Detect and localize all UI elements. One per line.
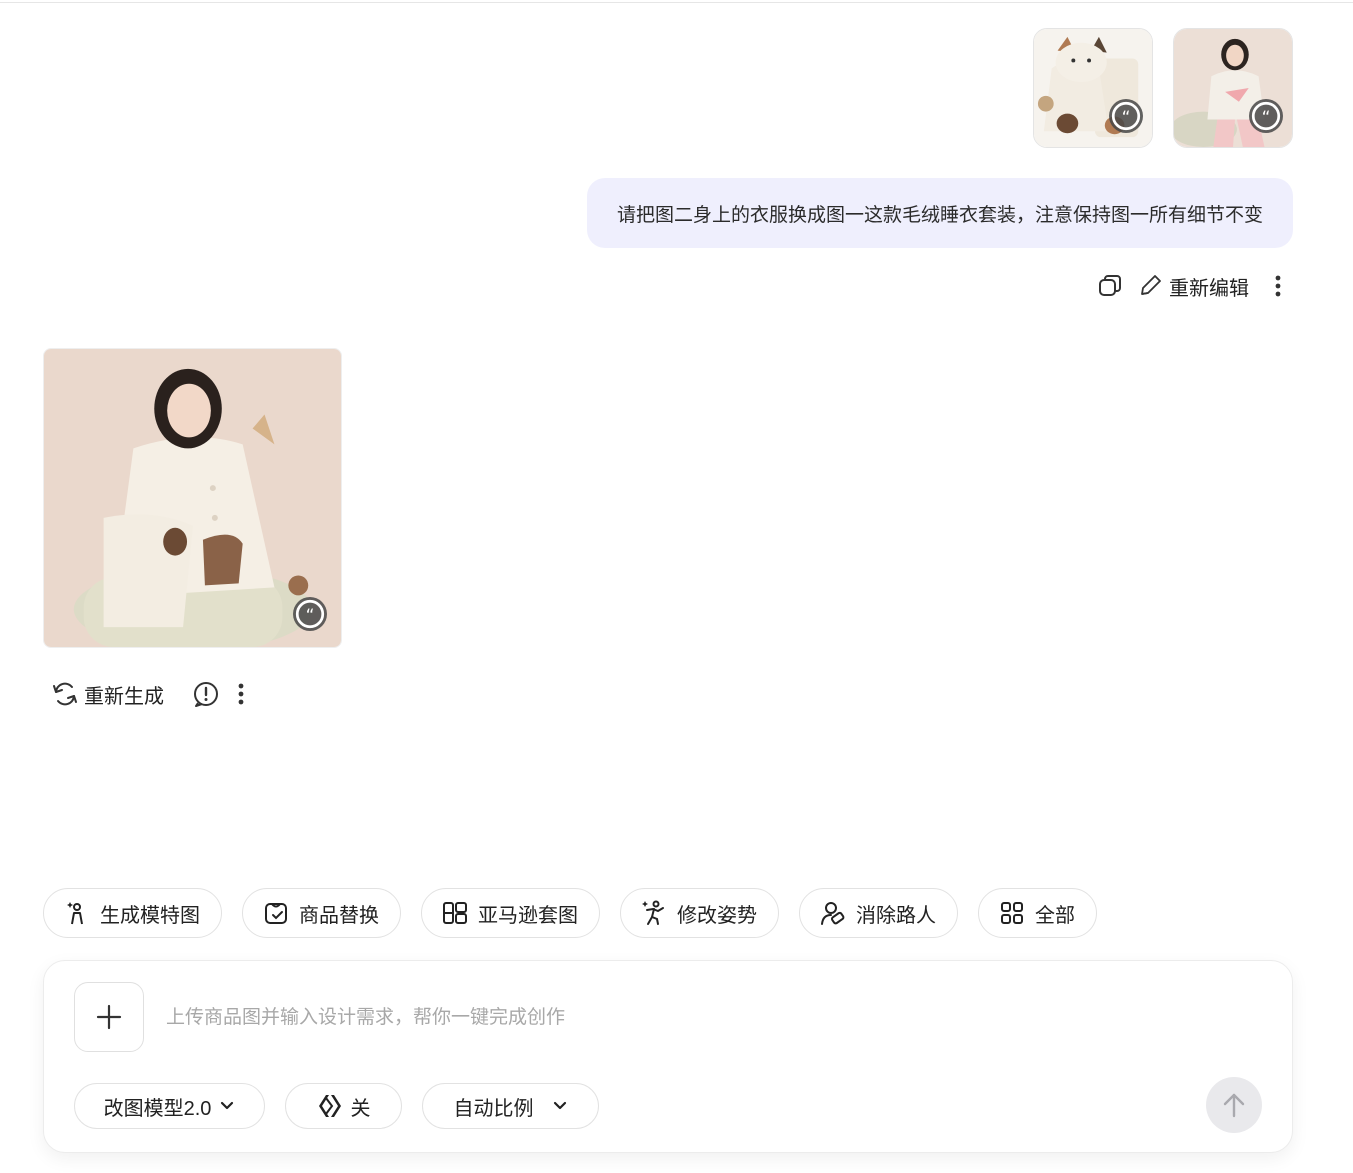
more-vertical-icon[interactable] bbox=[230, 681, 252, 707]
user-message-actions: 重新编辑 bbox=[1097, 266, 1293, 306]
re-edit-label: 重新编辑 bbox=[1169, 277, 1249, 300]
chip-modify-pose[interactable]: 修改姿势 bbox=[620, 888, 779, 938]
svg-text:“: “ bbox=[306, 606, 315, 626]
prompt-input[interactable] bbox=[164, 997, 1168, 1039]
plus-icon bbox=[96, 1004, 122, 1030]
product-swap-icon bbox=[265, 903, 287, 924]
grid-icon bbox=[1001, 902, 1023, 924]
pencil-icon bbox=[1141, 275, 1161, 295]
chip-label: 商品替换 bbox=[299, 904, 379, 927]
chip-generate-model[interactable]: 生成模特图 bbox=[43, 888, 222, 938]
svg-text:“: “ bbox=[1122, 108, 1131, 128]
svg-text:“: “ bbox=[1262, 108, 1271, 128]
quote-icon[interactable]: “ bbox=[1249, 99, 1283, 133]
ratio-select-label: 自动比例 bbox=[453, 1097, 534, 1120]
copy-icon[interactable] bbox=[1097, 273, 1123, 299]
mode-toggle-label: 关 bbox=[350, 1097, 371, 1120]
diamond-logo-icon bbox=[318, 1095, 341, 1117]
upload-button[interactable] bbox=[74, 982, 144, 1052]
re-edit-button[interactable]: 重新编辑 bbox=[1137, 272, 1249, 301]
chevron-down-icon bbox=[553, 1101, 566, 1110]
pose-icon bbox=[642, 900, 664, 925]
chat-page: “ “ 请把图二身上的衣服换成图一这款毛绒睡衣套装，注意保持图一所有细节不变 重… bbox=[0, 0, 1353, 1173]
chip-label: 修改姿势 bbox=[677, 904, 757, 927]
quick-actions: 生成模特图 商品替换 亚马逊套图 修改姿势 消除路人 全部 bbox=[43, 888, 1097, 938]
chip-product-swap[interactable]: 商品替换 bbox=[242, 888, 401, 938]
report-icon[interactable] bbox=[192, 680, 220, 708]
amazon-set-icon bbox=[443, 902, 467, 924]
result-actions: 重新生成 bbox=[50, 674, 252, 714]
chip-all[interactable]: 全部 bbox=[978, 888, 1097, 938]
more-vertical-icon[interactable] bbox=[1263, 273, 1293, 299]
user-message-bubble: 请把图二身上的衣服换成图一这款毛绒睡衣套装，注意保持图一所有细节不变 bbox=[586, 178, 1293, 248]
quote-icon[interactable]: “ bbox=[1109, 99, 1143, 133]
model-icon bbox=[67, 902, 83, 925]
chip-amazon-set[interactable]: 亚马逊套图 bbox=[421, 888, 600, 938]
chip-label: 消除路人 bbox=[856, 904, 936, 927]
chevron-down-icon bbox=[221, 1101, 234, 1110]
chip-label: 全部 bbox=[1035, 904, 1075, 927]
quote-icon[interactable]: “ bbox=[293, 597, 327, 631]
user-message-text: 请把图二身上的衣服换成图一这款毛绒睡衣套装，注意保持图一所有细节不变 bbox=[616, 204, 1263, 226]
chip-remove-person[interactable]: 消除路人 bbox=[799, 888, 958, 938]
regenerate-button[interactable]: 重新生成 bbox=[50, 680, 164, 709]
ratio-select[interactable]: 自动比例 bbox=[422, 1083, 599, 1129]
refresh-icon bbox=[53, 682, 77, 706]
composer: 改图模型2.0 关 自动比例 bbox=[43, 960, 1293, 1153]
chip-label: 亚马逊套图 bbox=[478, 904, 578, 927]
send-button[interactable] bbox=[1206, 1077, 1262, 1133]
mode-toggle[interactable]: 关 bbox=[285, 1083, 402, 1129]
generated-image[interactable]: “ bbox=[43, 348, 342, 648]
attachment-image-2[interactable]: “ bbox=[1173, 28, 1293, 148]
arrow-up-icon bbox=[1223, 1093, 1245, 1118]
model-select[interactable]: 改图模型2.0 bbox=[74, 1083, 265, 1129]
top-divider bbox=[0, 2, 1353, 3]
remove-person-icon bbox=[821, 902, 845, 925]
attachment-image-1[interactable]: “ bbox=[1033, 28, 1153, 148]
model-select-label: 改图模型2.0 bbox=[103, 1097, 212, 1120]
chip-label: 生成模特图 bbox=[100, 904, 200, 927]
regenerate-label: 重新生成 bbox=[84, 685, 164, 708]
